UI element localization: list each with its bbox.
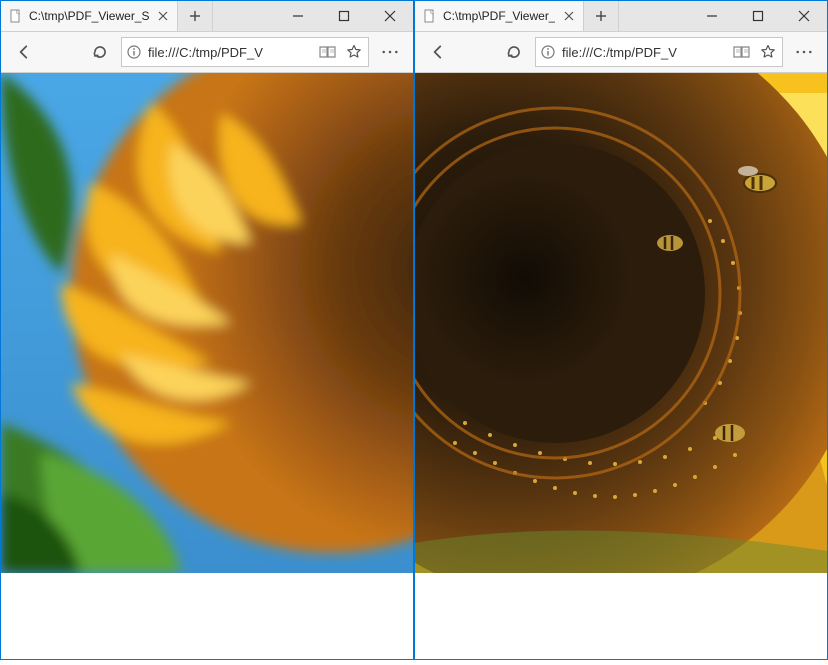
refresh-button[interactable] <box>497 37 531 67</box>
new-tab-button[interactable] <box>178 1 213 31</box>
address-url: file:///C:/tmp/PDF_V <box>562 45 726 60</box>
address-bar[interactable]: file:///C:/tmp/PDF_V <box>121 37 369 67</box>
reading-view-icon[interactable] <box>318 42 338 62</box>
tabs-area: C:\tmp\PDF_Viewer_SDI <box>1 1 213 31</box>
sunflower-image-blurred <box>1 73 413 573</box>
page-content[interactable] <box>1 73 413 659</box>
tab-close-button[interactable] <box>155 8 171 24</box>
close-window-button[interactable] <box>367 1 413 31</box>
bee-on-flower-icon <box>657 235 683 251</box>
titlebar-drag-area[interactable] <box>213 1 275 31</box>
info-icon[interactable] <box>540 44 556 60</box>
file-icon <box>423 9 437 23</box>
tab-close-button[interactable] <box>561 8 577 24</box>
address-bar[interactable]: file:///C:/tmp/PDF_V <box>535 37 783 67</box>
minimize-button[interactable] <box>689 1 735 31</box>
close-window-button[interactable] <box>781 1 827 31</box>
more-button[interactable] <box>787 37 821 67</box>
page-blank-area <box>1 573 413 659</box>
info-icon[interactable] <box>126 44 142 60</box>
browser-window-right: C:\tmp\PDF_Viewer_ <box>414 0 828 660</box>
browser-tab[interactable]: C:\tmp\PDF_Viewer_ <box>415 1 584 31</box>
browser-window-left: C:\tmp\PDF_Viewer_SDI <box>0 0 414 660</box>
file-icon <box>9 9 23 23</box>
titlebar[interactable]: C:\tmp\PDF_Viewer_ <box>415 1 827 32</box>
maximize-button[interactable] <box>735 1 781 31</box>
titlebar-drag-area[interactable] <box>619 1 689 31</box>
address-url: file:///C:/tmp/PDF_V <box>148 45 312 60</box>
back-button[interactable] <box>7 37 41 67</box>
browser-tab[interactable]: C:\tmp\PDF_Viewer_SDI <box>1 1 178 31</box>
page-blank-area <box>415 573 827 659</box>
maximize-button[interactable] <box>321 1 367 31</box>
tab-title: C:\tmp\PDF_Viewer_SDI <box>29 9 149 23</box>
new-tab-button[interactable] <box>584 1 619 31</box>
window-controls <box>275 1 413 31</box>
back-button[interactable] <box>421 37 455 67</box>
more-button[interactable] <box>373 37 407 67</box>
favorite-icon[interactable] <box>758 42 778 62</box>
minimize-button[interactable] <box>275 1 321 31</box>
toolbar: file:///C:/tmp/PDF_V <box>415 32 827 73</box>
window-controls <box>689 1 827 31</box>
favorite-icon[interactable] <box>344 42 364 62</box>
toolbar: file:///C:/tmp/PDF_V <box>1 32 413 73</box>
page-content[interactable] <box>415 73 827 659</box>
bee-on-flower-icon <box>715 424 745 442</box>
tabs-area: C:\tmp\PDF_Viewer_ <box>415 1 619 31</box>
tab-title: C:\tmp\PDF_Viewer_ <box>443 9 555 23</box>
sunflower-image-sharp <box>415 73 827 573</box>
titlebar[interactable]: C:\tmp\PDF_Viewer_SDI <box>1 1 413 32</box>
reading-view-icon[interactable] <box>732 42 752 62</box>
refresh-button[interactable] <box>83 37 117 67</box>
desktop: C:\tmp\PDF_Viewer_SDI <box>0 0 828 665</box>
